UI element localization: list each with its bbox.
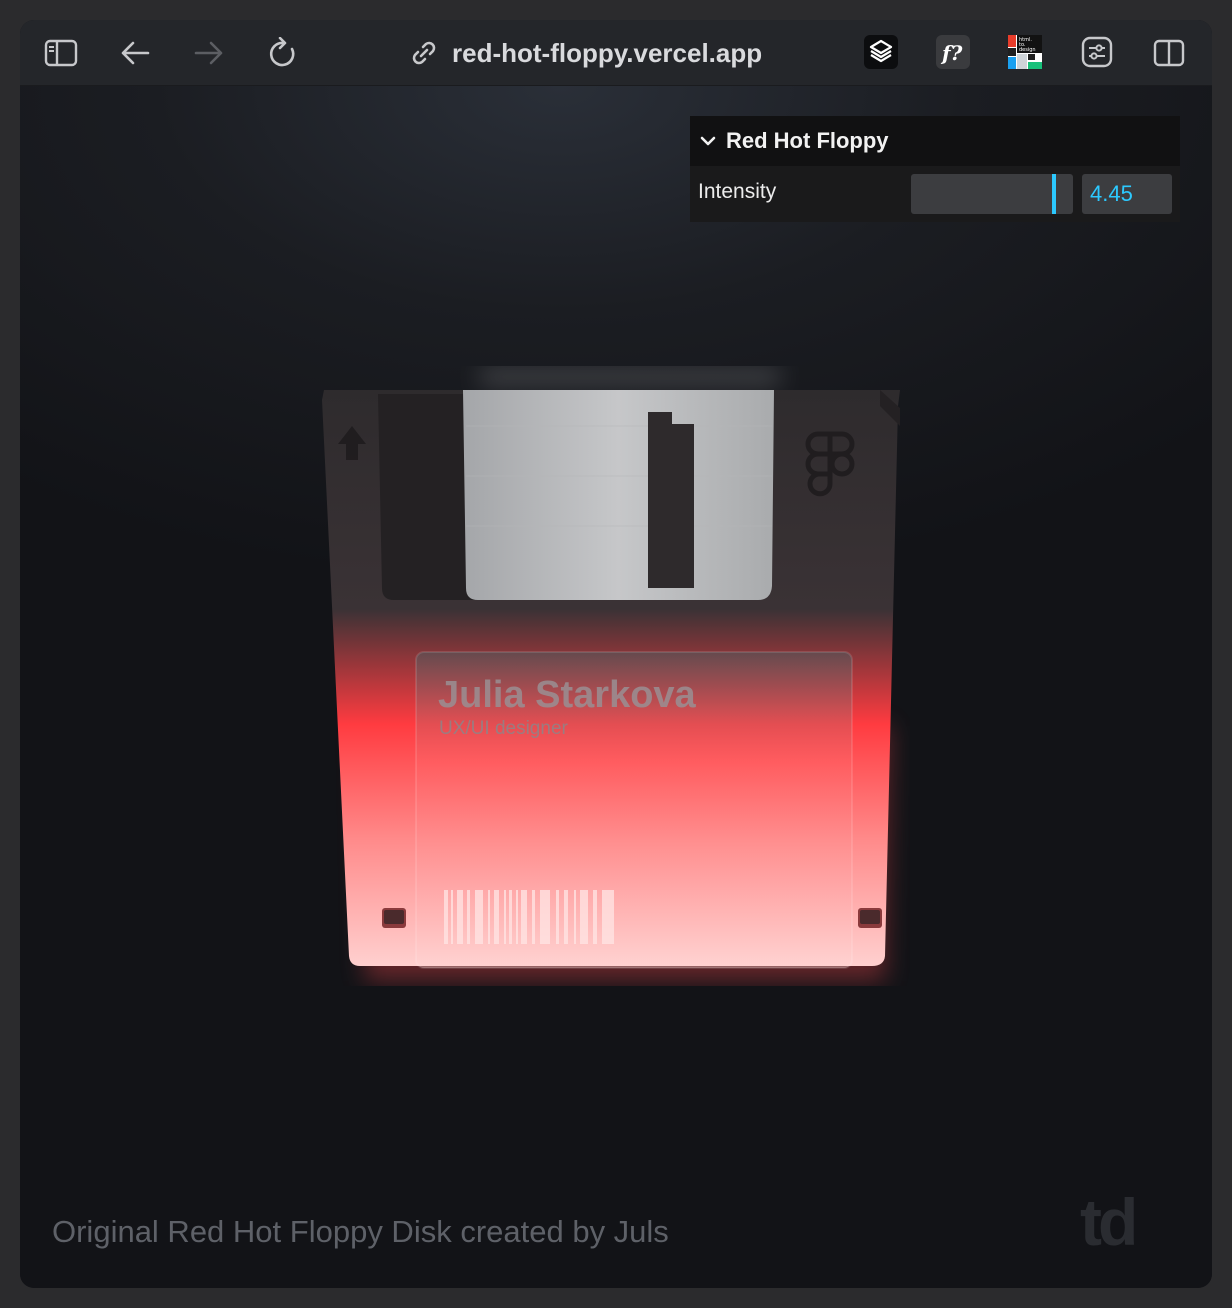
split-view-icon	[1153, 39, 1185, 67]
intensity-label: Intensity	[698, 180, 777, 203]
credit-text: Original Red Hot Floppy Disk created by …	[52, 1214, 669, 1249]
controls-panel-title: Red Hot Floppy	[726, 128, 889, 153]
forward-button[interactable]	[190, 34, 228, 72]
arrow-right-icon	[194, 41, 223, 65]
arrow-left-icon	[121, 41, 150, 65]
reload-icon	[269, 37, 295, 67]
framer-extension[interactable]	[864, 35, 898, 69]
sidebar-icon	[44, 39, 78, 67]
floppy-label-role: UX/UI designer	[439, 718, 568, 739]
floppy-label-name: Julia Starkova	[438, 674, 696, 716]
svg-text:design: design	[1019, 47, 1036, 53]
intensity-slider[interactable]	[911, 174, 1073, 214]
svg-text:f?: f?	[940, 41, 963, 65]
controls-panel: Red Hot Floppy Intensity 4.45	[690, 116, 1180, 222]
page-viewport: Red Hot Floppy Intensity 4.45 Julia Star…	[20, 86, 1212, 1288]
reload-button[interactable]	[264, 34, 302, 72]
chevron-down-icon	[700, 136, 716, 146]
intensity-slider-thumb[interactable]	[1052, 174, 1056, 214]
html-to-design-extension[interactable]: html. to. design	[1008, 35, 1042, 69]
browser-toolbar: red-hot-floppy.vercel.app f? html. to. d…	[20, 20, 1212, 86]
split-view-button[interactable]	[1150, 34, 1188, 72]
fontsninja-icon: f?	[940, 41, 963, 65]
intensity-value-input[interactable]: 4.45	[1082, 174, 1172, 214]
intensity-row: Intensity 4.45	[690, 166, 1180, 222]
back-button[interactable]	[116, 34, 154, 72]
adjustments-icon	[1081, 36, 1113, 68]
intensity-value: 4.45	[1090, 181, 1133, 206]
html-to-design-icon: html. to. design	[1008, 35, 1042, 69]
framer-icon	[869, 39, 893, 63]
controls-panel-header[interactable]: Red Hot Floppy	[690, 116, 1180, 166]
browser-window: red-hot-floppy.vercel.app f? html. to. d…	[20, 20, 1212, 1288]
floppy-disk[interactable]: Julia Starkova UX/UI designer	[320, 366, 910, 986]
sidebar-toggle-button[interactable]	[42, 34, 80, 72]
td-logo: td	[1080, 1185, 1138, 1259]
url-text: red-hot-floppy.vercel.app	[452, 37, 763, 68]
fontsninja-extension[interactable]: f?	[936, 35, 970, 69]
address-bar[interactable]: red-hot-floppy.vercel.app	[410, 34, 762, 72]
adjustments-extension[interactable]	[1080, 35, 1114, 69]
link-icon	[412, 41, 436, 65]
